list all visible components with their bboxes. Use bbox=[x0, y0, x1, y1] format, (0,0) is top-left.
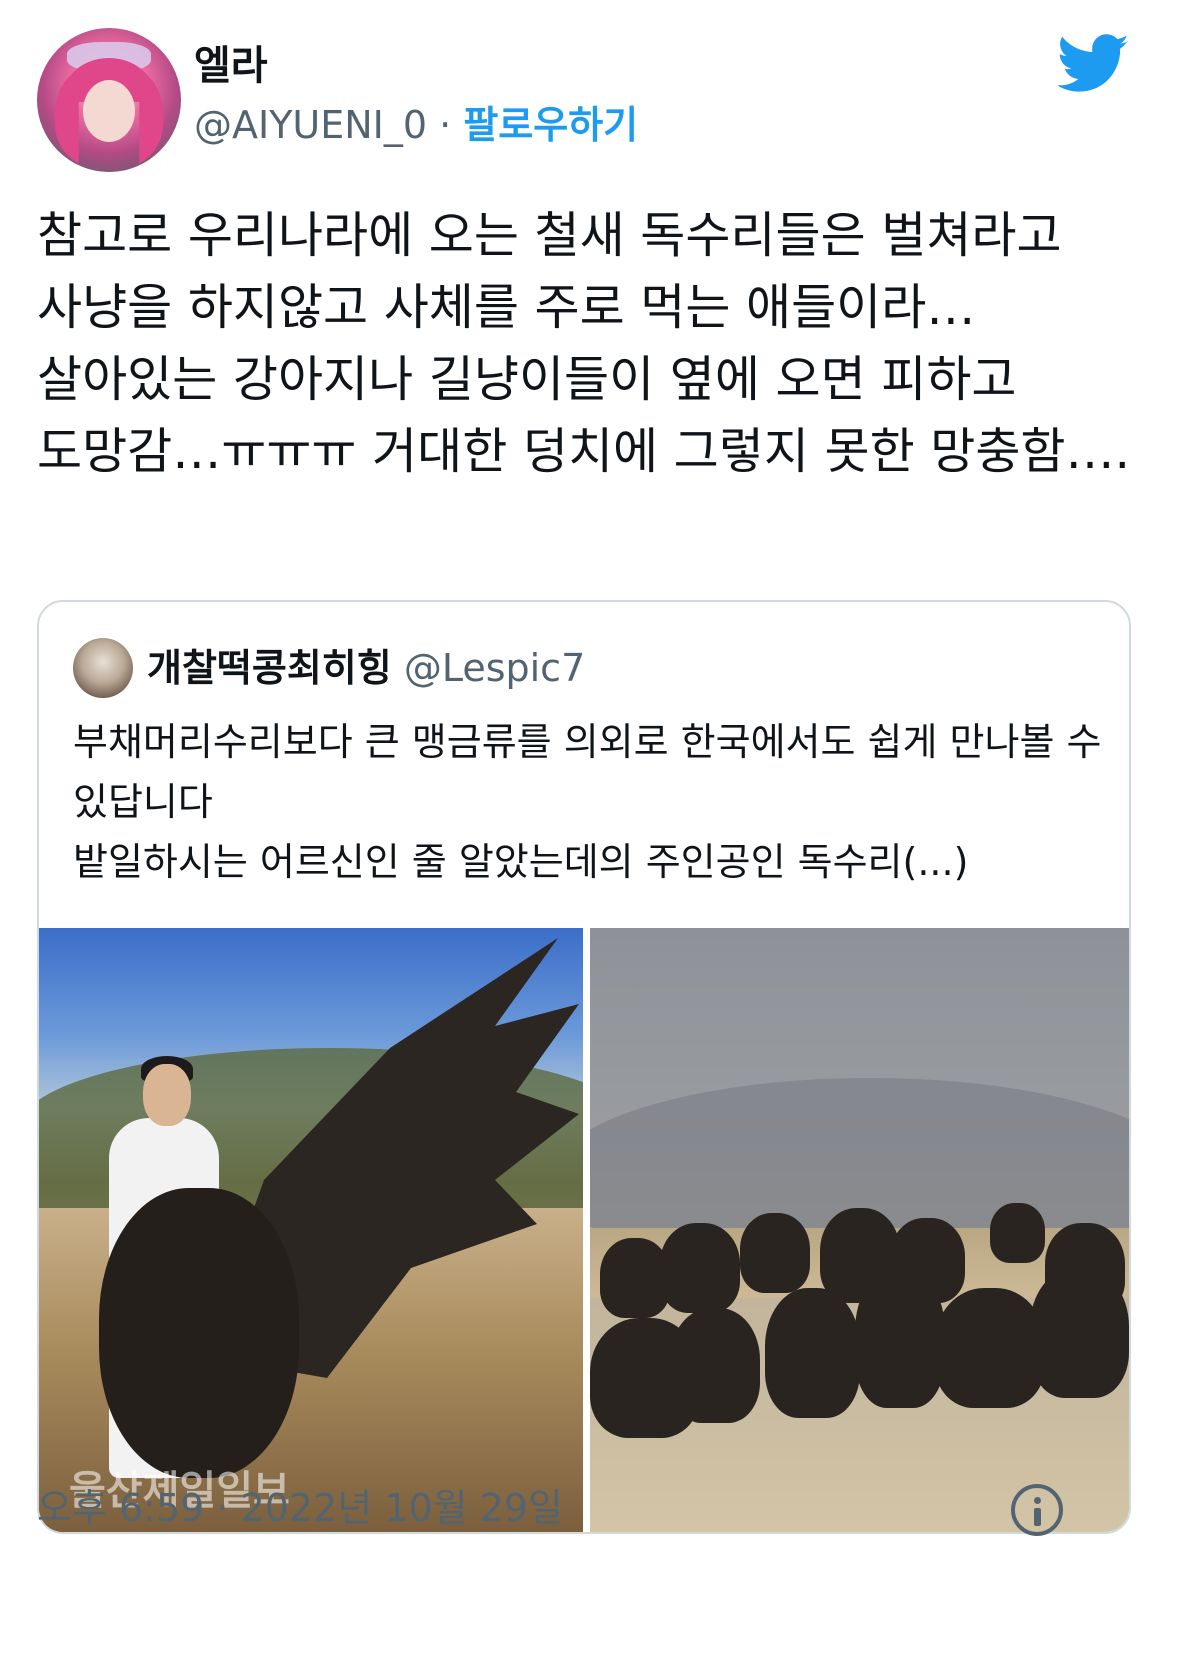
vulture-figure bbox=[660, 1223, 740, 1313]
tweet-text: 참고로 우리나라에 오는 철새 독수리들은 벌쳐라고 사냥을 하지않고 사체를 … bbox=[37, 207, 1131, 480]
quote-text-line-1: 부채머리수리보다 큰 맹금류를 의외로 한국에서도 쉽게 만나볼 수 있답니다 bbox=[73, 720, 1102, 824]
vulture-figure bbox=[855, 1268, 945, 1408]
photo-vulture-with-man[interactable]: 울산제일일보 bbox=[39, 928, 583, 1532]
quote-author-name: 개찰떡콩최히힝 bbox=[147, 646, 392, 690]
quote-text-line-2: 밭일하시는 어르신인 줄 알았는데의 주인공인 독수리(...) bbox=[73, 840, 969, 884]
quote-author-row: 개찰떡콩최히힝 @Lespic7 bbox=[147, 642, 585, 694]
vulture-figure bbox=[935, 1288, 1045, 1408]
info-icon[interactable] bbox=[1011, 1484, 1063, 1536]
author-avatar[interactable] bbox=[37, 28, 181, 172]
vulture-figure bbox=[740, 1213, 810, 1293]
quoted-tweet-card[interactable]: 개찰떡콩최히힝 @Lespic7 부채머리수리보다 큰 맹금류를 의외로 한국에… bbox=[37, 600, 1131, 1534]
tweet-timestamp[interactable]: 오후 6:59 · 2022년 10월 29일 bbox=[37, 1482, 563, 1534]
quote-author-handle: @Lespic7 bbox=[403, 646, 586, 690]
photo-vulture-flock[interactable] bbox=[590, 928, 1129, 1532]
vulture-figure bbox=[765, 1288, 860, 1418]
photo-person-head bbox=[143, 1064, 191, 1126]
handle-separator: · bbox=[439, 103, 452, 147]
twitter-bird-icon[interactable] bbox=[1058, 34, 1130, 94]
follow-button[interactable]: 팔로우하기 bbox=[463, 103, 638, 147]
vulture-figure bbox=[1030, 1268, 1129, 1398]
author-handle[interactable]: @AIYUENI_0 bbox=[194, 103, 427, 147]
avatar-face bbox=[83, 80, 135, 142]
quote-text: 부채머리수리보다 큰 맹금류를 의외로 한국에서도 쉽게 만나볼 수 있답니다 … bbox=[73, 712, 1103, 892]
vulture-figure bbox=[990, 1203, 1045, 1263]
info-icon-bar bbox=[1034, 1508, 1041, 1526]
vulture-figure bbox=[670, 1308, 760, 1423]
quote-media[interactable]: 울산제일일보 bbox=[39, 928, 1129, 1532]
author-display-name[interactable]: 엘라 bbox=[194, 40, 268, 92]
quote-author-avatar bbox=[73, 638, 133, 698]
info-icon-dot bbox=[1034, 1497, 1041, 1504]
author-handle-row: @AIYUENI_0 · 팔로우하기 bbox=[194, 100, 638, 150]
photo-vulture-body bbox=[99, 1188, 299, 1478]
